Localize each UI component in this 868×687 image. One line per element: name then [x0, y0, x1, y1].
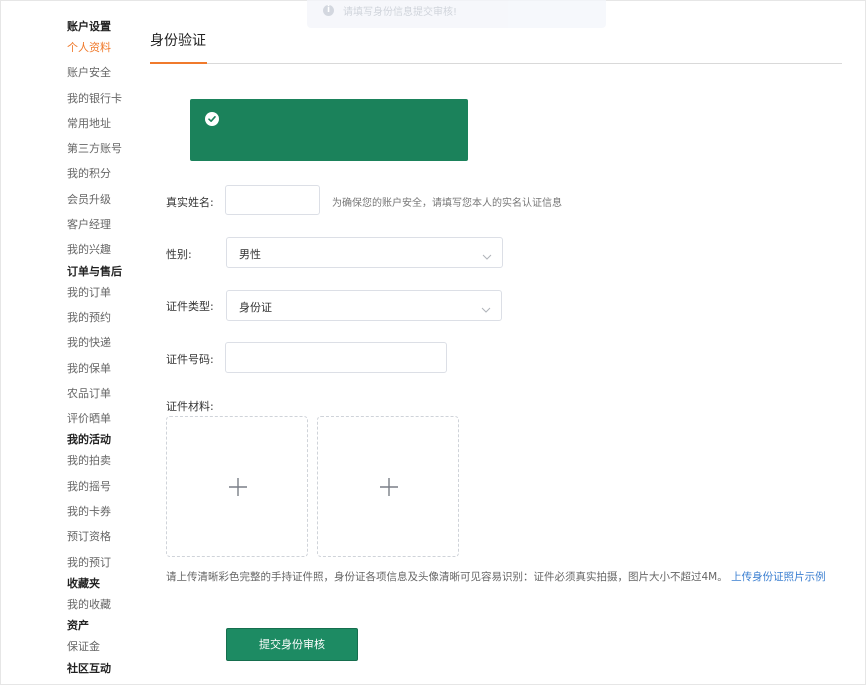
info-icon: i [323, 5, 334, 16]
sidebar-item-favorites[interactable]: 我的收藏 [67, 592, 147, 617]
check-circle-icon [205, 112, 219, 126]
sidebar-item-policies[interactable]: 我的保单 [67, 356, 147, 381]
toast-message: 请填写身份信息提交审核! [343, 7, 458, 18]
sidebar-item-reviews[interactable]: 评价晒单 [67, 406, 147, 431]
sidebar-nav: 账户设置 个人资料 账户安全 我的银行卡 常用地址 第三方账号 我的积分 会员升… [67, 18, 147, 677]
upload-instructions-text: 请上传清晰彩色完整的手持证件照，身份证各项信息及头像清晰可见容易识别：证件必须真… [166, 571, 728, 583]
sidebar-item-interests[interactable]: 我的兴趣 [67, 237, 147, 262]
sidebar-item-profile[interactable]: 个人资料 [67, 35, 147, 60]
sidebar-item-bank-cards[interactable]: 我的银行卡 [67, 86, 147, 111]
id-type-select[interactable]: 身份证 [226, 290, 502, 321]
title-divider [150, 63, 842, 64]
sidebar-section-title: 账户设置 [67, 20, 111, 33]
sidebar-item-addresses[interactable]: 常用地址 [67, 111, 147, 136]
gender-select[interactable]: 男性 [226, 237, 503, 268]
gender-selected-value: 男性 [239, 248, 261, 261]
sidebar-item-farm-orders[interactable]: 农品订单 [67, 381, 147, 406]
sidebar-item-membership-upgrade[interactable]: 会员升级 [67, 187, 147, 212]
sidebar-item-bookings[interactable]: 我的预订 [67, 550, 147, 575]
sidebar-item-account-security[interactable]: 账户安全 [67, 60, 147, 85]
sidebar-section-title: 社区互动 [67, 661, 111, 675]
id-material-label: 证件材料: [166, 400, 214, 413]
real-name-label: 真实姓名: [166, 196, 214, 209]
id-type-selected-value: 身份证 [239, 301, 272, 314]
sidebar-item-auctions[interactable]: 我的拍卖 [67, 448, 147, 473]
page-title: 身份验证 [150, 33, 206, 49]
plus-icon [379, 477, 399, 501]
plus-icon [228, 477, 248, 501]
title-active-underline [150, 62, 207, 64]
sidebar-item-booking-eligibility[interactable]: 预订资格 [67, 524, 147, 549]
sidebar-item-third-party-accounts[interactable]: 第三方账号 [67, 136, 147, 161]
sidebar-item-deliveries[interactable]: 我的快递 [67, 330, 147, 355]
id-photo-example-link[interactable]: 上传身份证照片示例 [731, 571, 826, 583]
sidebar-section-title: 资产 [67, 619, 89, 633]
sidebar-item-deposit[interactable]: 保证金 [67, 634, 147, 659]
gender-label: 性别: [166, 248, 192, 261]
sidebar-item-lottery[interactable]: 我的摇号 [67, 474, 147, 499]
submit-verification-button[interactable]: 提交身份审核 [226, 628, 358, 661]
upload-instructions: 请上传清晰彩色完整的手持证件照，身份证各项信息及头像清晰可见容易识别：证件必须真… [166, 567, 826, 588]
id-number-label: 证件号码: [166, 353, 214, 366]
sidebar-item-account-manager[interactable]: 客户经理 [67, 212, 147, 237]
sidebar-item-appointments[interactable]: 我的预约 [67, 305, 147, 330]
upload-slot-back[interactable] [317, 416, 459, 557]
chevron-down-icon [481, 300, 491, 319]
real-name-input[interactable] [225, 185, 320, 215]
chevron-down-icon [482, 247, 492, 266]
real-name-hint: 为确保您的账户安全，请填写您本人的实名认证信息 [332, 198, 562, 209]
sidebar-item-coupons[interactable]: 我的卡券 [67, 499, 147, 524]
sidebar-section-title: 订单与售后 [67, 264, 122, 278]
notice-toast: i 请填写身份信息提交审核! [307, 0, 606, 28]
sidebar-section-title: 我的活动 [67, 433, 111, 447]
sidebar-item-orders[interactable]: 我的订单 [67, 280, 147, 305]
upload-slot-front[interactable] [166, 416, 308, 557]
sidebar-section-title: 收藏夹 [67, 576, 100, 590]
verification-status-banner [190, 99, 468, 161]
id-number-input[interactable] [225, 342, 447, 373]
id-type-label: 证件类型: [166, 300, 214, 313]
sidebar-item-points[interactable]: 我的积分 [67, 161, 147, 186]
